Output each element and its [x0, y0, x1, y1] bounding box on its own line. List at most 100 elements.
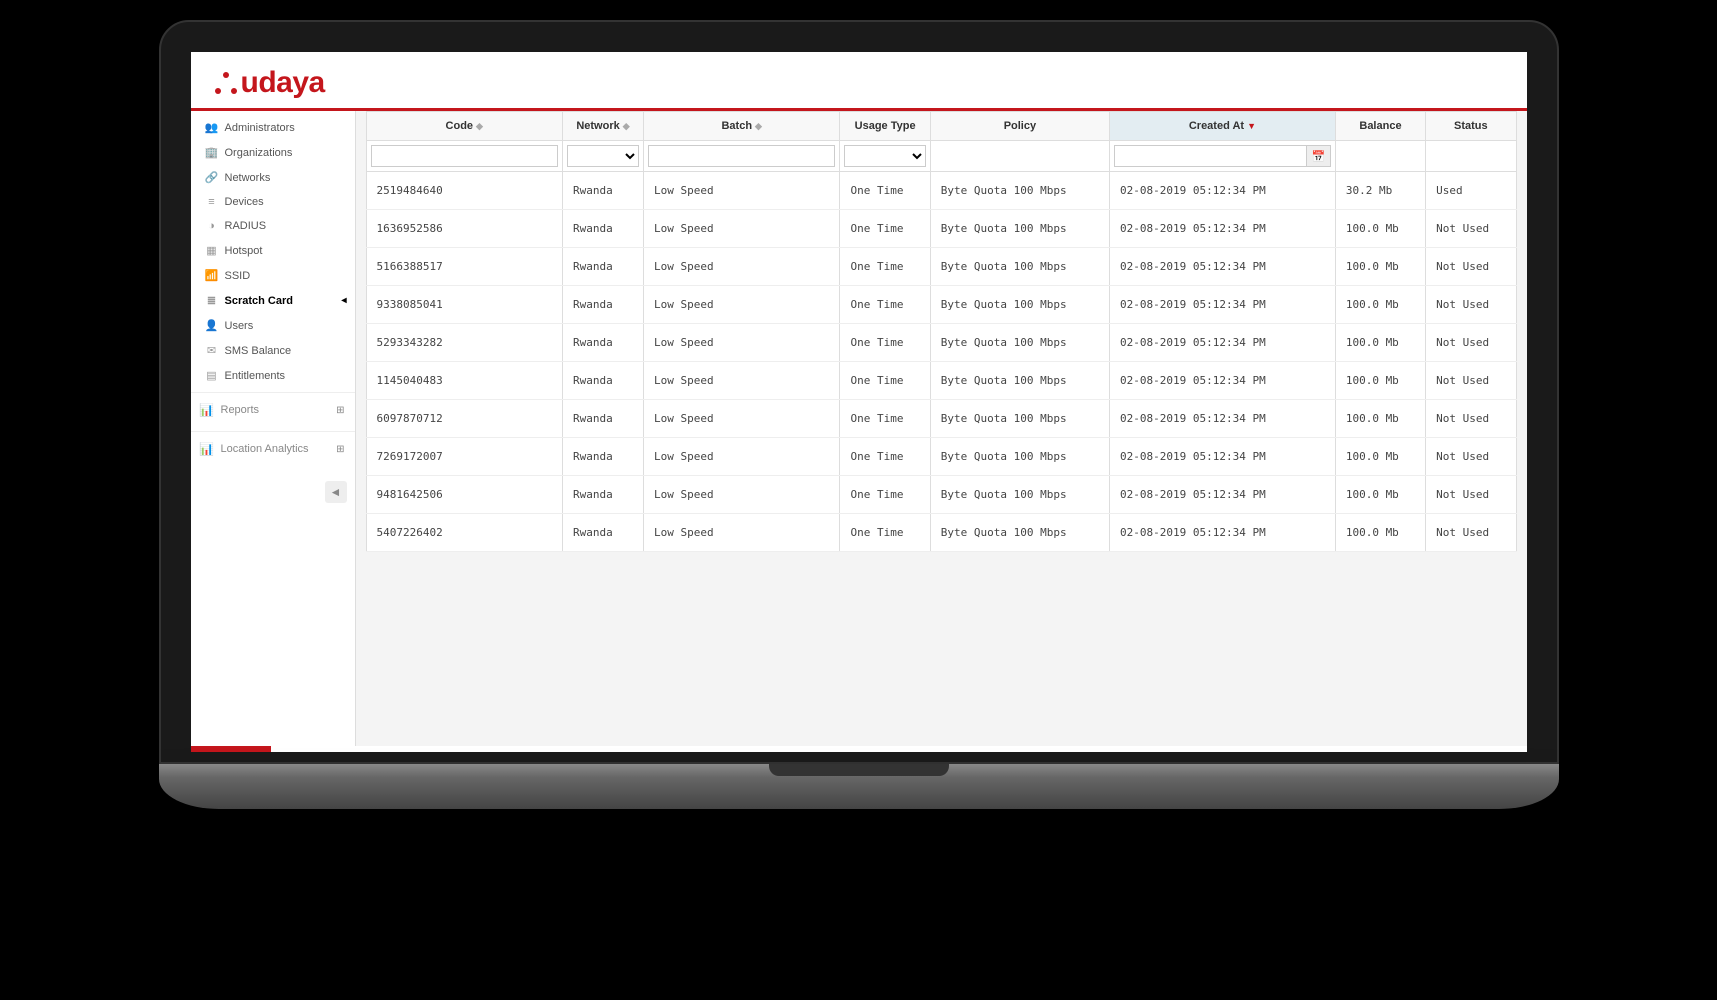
app-body: 👥Administrators🏢Organizations🔗Networks≡D… — [191, 111, 1527, 746]
sidebar-section-location-analytics[interactable]: 📊Location Analytics⊞ — [191, 431, 355, 466]
cell-code: 6097870712 — [366, 400, 563, 438]
filter-status-cell — [1426, 141, 1516, 172]
cell-policy: Byte Quota 100 Mbps — [930, 400, 1109, 438]
sidebar-section-reports[interactable]: 📊Reports⊞ — [191, 392, 355, 427]
column-header-balance: Balance — [1335, 112, 1425, 141]
table-row[interactable]: 2519484640RwandaLow SpeedOne TimeByte Qu… — [366, 172, 1516, 210]
column-label: Network — [576, 120, 619, 132]
nav-icon: 📶 — [205, 269, 219, 282]
sidebar-item-devices[interactable]: ≡Devices — [191, 190, 355, 214]
cell-batch: Low Speed — [643, 476, 840, 514]
cell-code: 1636952586 — [366, 210, 563, 248]
column-label: Status — [1454, 120, 1488, 132]
scratch-card-table: Code◆ Network ◆ Batch◆ Usage Type Policy Creat… — [366, 111, 1517, 552]
column-header-code[interactable]: Code◆ — [366, 112, 563, 141]
sidebar-section-label: Reports — [221, 404, 260, 416]
cell-batch: Low Speed — [643, 438, 840, 476]
cell-created: 02-08-2019 05:12:34 PM — [1110, 210, 1336, 248]
cell-policy: Byte Quota 100 Mbps — [930, 210, 1109, 248]
cell-batch: Low Speed — [643, 286, 840, 324]
main-content: Code◆ Network ◆ Batch◆ Usage Type Policy Creat… — [356, 111, 1527, 746]
sidebar-item-users[interactable]: 👤Users — [191, 313, 355, 338]
cell-created: 02-08-2019 05:12:34 PM — [1110, 476, 1336, 514]
filter-network-select[interactable] — [567, 145, 639, 167]
sidebar-item-entitlements[interactable]: ▤Entitlements — [191, 363, 355, 388]
sidebar-collapse-button[interactable]: ◄ — [325, 481, 347, 503]
cell-network: Rwanda — [563, 514, 644, 552]
column-header-policy: Policy — [930, 112, 1109, 141]
table-row[interactable]: 5166388517RwandaLow SpeedOne TimeByte Qu… — [366, 248, 1516, 286]
column-header-status: Status — [1426, 112, 1516, 141]
cell-created: 02-08-2019 05:12:34 PM — [1110, 514, 1336, 552]
cell-code: 5293343282 — [366, 324, 563, 362]
nav-icon: 🔗 — [205, 171, 219, 184]
cell-code: 5407226402 — [366, 514, 563, 552]
cell-network: Rwanda — [563, 286, 644, 324]
nav-icon: ≡ — [205, 196, 219, 208]
cell-balance: 100.0 Mb — [1335, 286, 1425, 324]
table-row[interactable]: 9338085041RwandaLow SpeedOne TimeByte Qu… — [366, 286, 1516, 324]
filter-code-input[interactable] — [371, 145, 559, 167]
cell-balance: 100.0 Mb — [1335, 362, 1425, 400]
cell-code: 5166388517 — [366, 248, 563, 286]
column-header-network[interactable]: Network ◆ — [563, 112, 644, 141]
table-row[interactable]: 6097870712RwandaLow SpeedOne TimeByte Qu… — [366, 400, 1516, 438]
chart-icon: 📊 — [199, 403, 215, 417]
cell-network: Rwanda — [563, 438, 644, 476]
cell-policy: Byte Quota 100 Mbps — [930, 362, 1109, 400]
sidebar-item-radius[interactable]: ◑RADIUS — [191, 214, 355, 238]
cell-usage: One Time — [840, 438, 930, 476]
column-label: Usage Type — [855, 120, 916, 132]
cell-batch: Low Speed — [643, 210, 840, 248]
table-row[interactable]: 1145040483RwandaLow SpeedOne TimeByte Qu… — [366, 362, 1516, 400]
cell-policy: Byte Quota 100 Mbps — [930, 172, 1109, 210]
cell-code: 2519484640 — [366, 172, 563, 210]
cell-usage: One Time — [840, 172, 930, 210]
table-row[interactable]: 5407226402RwandaLow SpeedOne TimeByte Qu… — [366, 514, 1516, 552]
cell-created: 02-08-2019 05:12:34 PM — [1110, 400, 1336, 438]
filter-usage-select[interactable] — [844, 145, 925, 167]
cell-status: Not Used — [1426, 286, 1516, 324]
nav-icon: ✉ — [205, 344, 219, 357]
cell-policy: Byte Quota 100 Mbps — [930, 438, 1109, 476]
nav-icon: ◑ — [205, 220, 219, 232]
calendar-button[interactable]: 📅 — [1307, 145, 1331, 167]
cell-usage: One Time — [840, 286, 930, 324]
cell-policy: Byte Quota 100 Mbps — [930, 324, 1109, 362]
column-header-created-at[interactable]: Created At▼ — [1110, 112, 1336, 141]
table-row[interactable]: 5293343282RwandaLow SpeedOne TimeByte Qu… — [366, 324, 1516, 362]
filter-policy-cell — [930, 141, 1109, 172]
nav-icon: 👤 — [205, 319, 219, 332]
app-viewport: udaya 👥Administrators🏢Organizations🔗Netw… — [191, 52, 1527, 752]
brand-name: udaya — [241, 66, 325, 100]
nav-icon: ≣ — [205, 294, 219, 307]
sidebar-item-label: Entitlements — [225, 370, 286, 382]
table-row[interactable]: 9481642506RwandaLow SpeedOne TimeByte Qu… — [366, 476, 1516, 514]
sidebar-item-administrators[interactable]: 👥Administrators — [191, 115, 355, 140]
table-row[interactable]: 7269172007RwandaLow SpeedOne TimeByte Qu… — [366, 438, 1516, 476]
table-header-row: Code◆ Network ◆ Batch◆ Usage Type Policy Creat… — [366, 112, 1516, 141]
logo-icon — [215, 72, 237, 94]
cell-code: 9481642506 — [366, 476, 563, 514]
sidebar-item-networks[interactable]: 🔗Networks — [191, 165, 355, 190]
filter-batch-input[interactable] — [648, 145, 836, 167]
cell-network: Rwanda — [563, 476, 644, 514]
filter-created-input[interactable] — [1114, 145, 1307, 167]
cell-status: Not Used — [1426, 476, 1516, 514]
cell-balance: 30.2 Mb — [1335, 172, 1425, 210]
sidebar-item-organizations[interactable]: 🏢Organizations — [191, 140, 355, 165]
sidebar-item-scratch-card[interactable]: ≣Scratch Card◂ — [191, 288, 355, 313]
expand-icon: ⊞ — [336, 444, 344, 455]
table-row[interactable]: 1636952586RwandaLow SpeedOne TimeByte Qu… — [366, 210, 1516, 248]
sidebar-item-sms-balance[interactable]: ✉SMS Balance — [191, 338, 355, 363]
column-label: Policy — [1004, 120, 1036, 132]
cell-code: 7269172007 — [366, 438, 563, 476]
cell-balance: 100.0 Mb — [1335, 248, 1425, 286]
sidebar-item-hotspot[interactable]: ▦Hotspot — [191, 238, 355, 263]
cell-created: 02-08-2019 05:12:34 PM — [1110, 286, 1336, 324]
sort-icon: ◆ — [623, 121, 630, 131]
sidebar-item-ssid[interactable]: 📶SSID — [191, 263, 355, 288]
column-header-batch[interactable]: Batch◆ — [643, 112, 840, 141]
column-label: Code — [446, 120, 474, 132]
cell-balance: 100.0 Mb — [1335, 476, 1425, 514]
